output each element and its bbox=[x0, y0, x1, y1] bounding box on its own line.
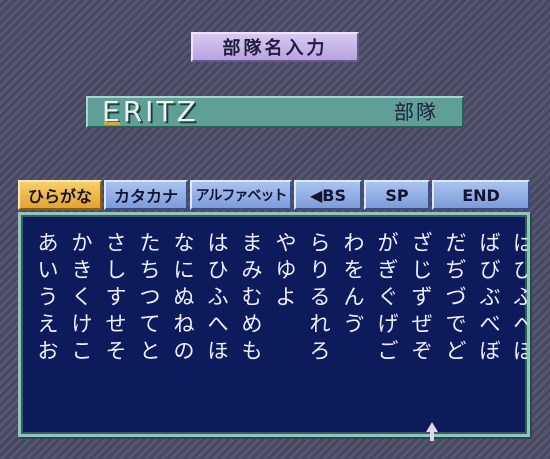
space-button[interactable]: SP bbox=[364, 180, 430, 210]
character-cell[interactable]: が bbox=[373, 229, 403, 257]
character-cell[interactable]: ぽ bbox=[509, 337, 528, 365]
character-cell[interactable]: は bbox=[203, 229, 233, 257]
tab-katakana[interactable]: カタカナ bbox=[104, 180, 188, 210]
character-cell[interactable]: ゔ bbox=[339, 310, 369, 338]
tab-alphabet-label: アルファベット bbox=[195, 188, 288, 204]
character-cell[interactable]: ぢ bbox=[441, 256, 471, 284]
character-cell[interactable]: ぞ bbox=[407, 337, 437, 365]
pointer-cursor-tail bbox=[430, 431, 434, 441]
character-cell[interactable]: ろ bbox=[305, 337, 335, 365]
character-cell[interactable]: あ bbox=[33, 229, 63, 257]
name-input-field[interactable]: ERITZ 部隊 bbox=[86, 96, 464, 128]
character-cell[interactable]: ゆ bbox=[271, 256, 301, 284]
character-cell[interactable]: み bbox=[237, 256, 267, 284]
character-cell[interactable]: へ bbox=[203, 310, 233, 338]
character-cell[interactable]: だ bbox=[441, 229, 471, 257]
character-cell[interactable]: ほ bbox=[203, 337, 233, 365]
name-suffix: 部隊 bbox=[394, 100, 438, 124]
character-cell[interactable]: ぷ bbox=[509, 283, 528, 311]
character-cell[interactable]: け bbox=[67, 310, 97, 338]
character-cell[interactable]: ず bbox=[407, 283, 437, 311]
character-cell[interactable]: ん bbox=[339, 283, 369, 311]
grid-row: えけせてねへめ れゔげぜでべぺ bbox=[33, 310, 528, 338]
character-cell[interactable]: ぼ bbox=[475, 337, 505, 365]
character-cell[interactable]: ぜ bbox=[407, 310, 437, 338]
character-cell[interactable]: え bbox=[33, 310, 63, 338]
character-cell[interactable]: の bbox=[169, 337, 199, 365]
tab-hiragana-label: ひらがな bbox=[27, 187, 92, 206]
character-cell[interactable]: た bbox=[135, 229, 165, 257]
character-cell[interactable]: づ bbox=[441, 283, 471, 311]
character-cell[interactable]: ど bbox=[441, 337, 471, 365]
character-cell[interactable]: め bbox=[237, 310, 267, 338]
character-cell[interactable]: て bbox=[135, 310, 165, 338]
tab-katakana-label: カタカナ bbox=[113, 187, 178, 206]
tab-hiragana[interactable]: ひらがな bbox=[18, 180, 102, 210]
grid-row: うくすつぬふむよるんぐずづぶぷ bbox=[33, 283, 528, 311]
character-cell[interactable]: お bbox=[33, 337, 63, 365]
character-cell[interactable]: ご bbox=[373, 337, 403, 365]
character-cell[interactable]: む bbox=[237, 283, 267, 311]
name-entry-screen: { "title": "部隊名入力", "name_field": { "val… bbox=[0, 0, 550, 459]
character-cell[interactable]: ぎ bbox=[373, 256, 403, 284]
character-cell[interactable]: ば bbox=[475, 229, 505, 257]
character-grid: あかさたなはまやらわがざだばぱいきしちにひみゆりをぎじぢびぴうくすつぬふむよるん… bbox=[18, 212, 530, 437]
backspace-button[interactable]: ◀BS bbox=[294, 180, 362, 210]
grid-row: おこそとのほも ろ ごぞどぼぽ bbox=[33, 337, 528, 365]
character-cell[interactable]: げ bbox=[373, 310, 403, 338]
character-cell[interactable]: ぬ bbox=[169, 283, 199, 311]
character-cell[interactable]: ざ bbox=[407, 229, 437, 257]
character-cell[interactable]: つ bbox=[135, 283, 165, 311]
end-button[interactable]: END bbox=[432, 180, 530, 210]
character-cell[interactable]: を bbox=[339, 256, 369, 284]
character-cell[interactable]: さ bbox=[101, 229, 131, 257]
character-cell[interactable]: ふ bbox=[203, 283, 233, 311]
backspace-label: ◀BS bbox=[309, 185, 347, 205]
character-cell[interactable]: わ bbox=[339, 229, 369, 257]
character-cell[interactable]: よ bbox=[271, 283, 301, 311]
space-label: SP bbox=[385, 185, 409, 205]
character-cell[interactable]: き bbox=[67, 256, 97, 284]
end-label: END bbox=[462, 185, 500, 205]
character-cell[interactable]: ぴ bbox=[509, 256, 528, 284]
screen-title: 部隊名入力 bbox=[191, 32, 359, 62]
character-cell[interactable]: ぱ bbox=[509, 229, 528, 257]
character-cell[interactable]: と bbox=[135, 337, 165, 365]
character-cell[interactable]: り bbox=[305, 256, 335, 284]
character-cell[interactable]: せ bbox=[101, 310, 131, 338]
character-cell[interactable]: す bbox=[101, 283, 131, 311]
character-cell[interactable]: な bbox=[169, 229, 199, 257]
character-cell[interactable]: い bbox=[33, 256, 63, 284]
character-cell[interactable]: う bbox=[33, 283, 63, 311]
character-cell[interactable]: ぺ bbox=[509, 310, 528, 338]
character-cell[interactable]: ま bbox=[237, 229, 267, 257]
character-cell[interactable]: び bbox=[475, 256, 505, 284]
character-cell[interactable]: で bbox=[441, 310, 471, 338]
tab-alphabet[interactable]: アルファベット bbox=[190, 180, 292, 210]
character-cell[interactable]: や bbox=[271, 229, 301, 257]
character-cell[interactable]: そ bbox=[101, 337, 131, 365]
character-cell[interactable]: か bbox=[67, 229, 97, 257]
character-cell[interactable]: に bbox=[169, 256, 199, 284]
character-cell[interactable]: こ bbox=[67, 337, 97, 365]
character-cell[interactable]: し bbox=[101, 256, 131, 284]
character-cell[interactable]: く bbox=[67, 283, 97, 311]
character-cell[interactable]: ひ bbox=[203, 256, 233, 284]
character-cell[interactable]: れ bbox=[305, 310, 335, 338]
character-cell[interactable]: ら bbox=[305, 229, 335, 257]
character-cell[interactable]: る bbox=[305, 283, 335, 311]
grid-row: いきしちにひみゆりをぎじぢびぴ bbox=[33, 256, 528, 284]
grid-row: あかさたなはまやらわがざだばぱ bbox=[33, 229, 528, 257]
character-cell[interactable]: じ bbox=[407, 256, 437, 284]
character-cell[interactable]: ぶ bbox=[475, 283, 505, 311]
character-cell[interactable]: べ bbox=[475, 310, 505, 338]
character-cell[interactable]: ね bbox=[169, 310, 199, 338]
text-cursor bbox=[104, 122, 120, 125]
character-cell[interactable]: ぐ bbox=[373, 283, 403, 311]
character-cell[interactable]: も bbox=[237, 337, 267, 365]
character-cell[interactable]: ち bbox=[135, 256, 165, 284]
